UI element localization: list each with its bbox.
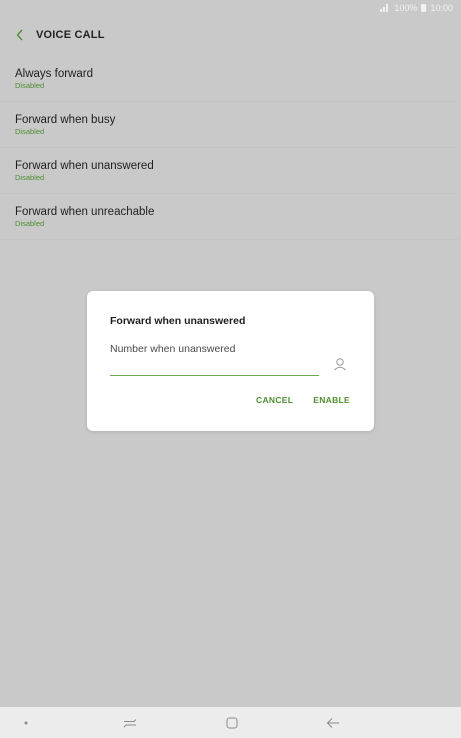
settings-item-label: Forward when busy	[15, 113, 116, 126]
settings-item-always-forward[interactable]: Always forward Disabled	[0, 56, 461, 102]
page-title: VOICE CALL	[36, 29, 105, 41]
number-input-wrap	[110, 339, 319, 376]
dot-icon	[24, 721, 28, 725]
nav-dot-button[interactable]	[18, 715, 34, 731]
settings-item-forward-when-unanswered[interactable]: Forward when unanswered Disabled	[0, 148, 461, 194]
settings-item-status: Disabled	[15, 126, 45, 136]
signal-icon	[380, 4, 390, 12]
settings-item-status: Disabled	[15, 218, 45, 228]
enable-button[interactable]: ENABLE	[313, 395, 350, 405]
settings-item-forward-when-unreachable[interactable]: Forward when unreachable Disabled	[0, 194, 461, 240]
settings-item-forward-when-busy[interactable]: Forward when busy Disabled	[0, 102, 461, 148]
recent-apps-button[interactable]	[122, 715, 138, 731]
chevron-left-icon	[16, 29, 23, 41]
settings-item-status: Disabled	[15, 80, 45, 90]
clock: 10:00	[430, 3, 453, 13]
back-button[interactable]	[10, 23, 30, 47]
dialog-actions: CANCEL ENABLE	[256, 395, 350, 405]
battery-percent: 100%	[394, 3, 418, 13]
status-bar: 100% 10:00	[0, 0, 461, 16]
battery-icon	[421, 4, 427, 12]
navigation-bar	[0, 707, 461, 738]
nav-back-button[interactable]	[325, 715, 341, 731]
contact-person-icon	[334, 358, 346, 371]
forward-dialog: Forward when unanswered CANCEL ENABLE	[87, 291, 374, 431]
settings-item-status: Disabled	[15, 172, 45, 182]
number-input[interactable]	[110, 341, 319, 376]
settings-item-label: Always forward	[15, 67, 93, 80]
cancel-button[interactable]: CANCEL	[256, 395, 293, 405]
settings-list: Always forward Disabled Forward when bus…	[0, 56, 461, 240]
settings-item-label: Forward when unanswered	[15, 159, 154, 172]
app-header: VOICE CALL	[0, 20, 461, 50]
dialog-title: Forward when unanswered	[110, 315, 246, 327]
back-arrow-icon	[326, 718, 339, 728]
recent-apps-icon	[123, 719, 137, 728]
contacts-button[interactable]	[330, 354, 350, 374]
home-icon	[226, 717, 238, 729]
home-button[interactable]	[224, 715, 240, 731]
settings-item-label: Forward when unreachable	[15, 205, 155, 218]
